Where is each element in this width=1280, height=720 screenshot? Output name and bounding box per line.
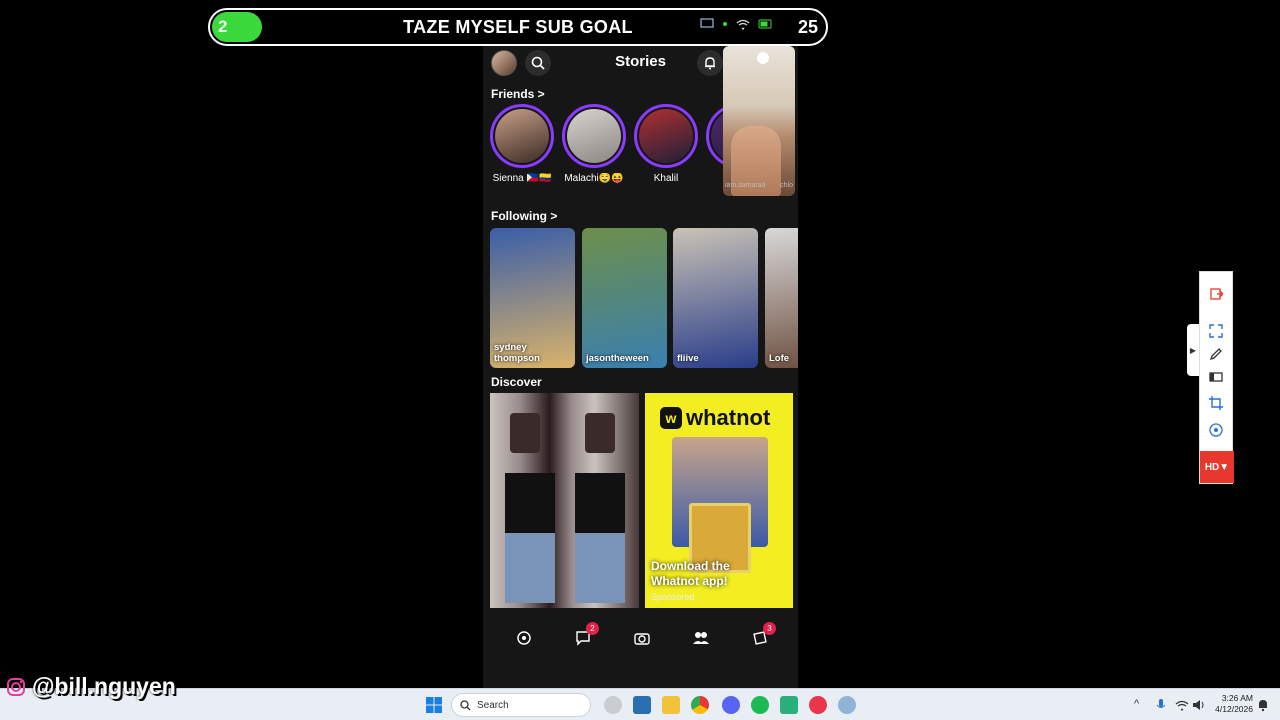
notifications-button[interactable]	[697, 50, 723, 76]
taskbar-app-spotify[interactable]	[751, 696, 769, 714]
goal-target-count: 25	[797, 17, 818, 37]
story-ring	[562, 104, 626, 168]
bottom-nav: 2 3	[483, 622, 798, 654]
friend-name: Malachi🤤😝	[564, 173, 624, 184]
wifi-icon	[736, 19, 750, 30]
taskbar-clock[interactable]: 3:26 AM 4/12/2026	[1211, 693, 1253, 715]
streamer-watermark: @bill.nguyen	[6, 673, 176, 700]
light-fixture	[757, 52, 769, 64]
dot-icon	[723, 22, 727, 26]
streamer-handle: @bill.nguyen	[32, 673, 176, 699]
following-story-card[interactable]: sydney thompson	[490, 228, 575, 368]
draw-button[interactable]	[1208, 346, 1224, 362]
friends-section-title[interactable]: Friends >	[491, 87, 545, 101]
story-ring	[634, 104, 698, 168]
friend-name: Khalil	[653, 173, 679, 184]
following-story-card[interactable]: jasontheween	[582, 228, 667, 368]
phone-status-icons	[700, 18, 774, 30]
taskbar-app-chrome[interactable]	[691, 696, 709, 714]
windows-icon	[426, 697, 442, 713]
taskbar: Search ^ 3:26 AM 4/12/2026	[0, 688, 1280, 720]
pencil-icon	[1209, 348, 1222, 361]
taskbar-app-blue[interactable]	[838, 696, 856, 714]
sponsored-label: Sponsored	[651, 592, 695, 602]
following-story-card[interactable]: Lofe	[765, 228, 798, 368]
taskbar-search[interactable]: Search	[451, 693, 591, 717]
ad-brand: whatnot	[686, 405, 771, 430]
pip-camera: iam.samaraa chlo	[723, 46, 795, 196]
nav-map[interactable]	[514, 628, 534, 648]
taskbar-app-mouse[interactable]	[604, 696, 622, 714]
crop-button[interactable]	[1208, 395, 1224, 411]
window-button[interactable]	[1208, 369, 1224, 385]
taskbar-app-file-explorer[interactable]	[662, 696, 680, 714]
search-placeholder: Search	[477, 699, 509, 711]
taskbar-app-green[interactable]	[780, 696, 798, 714]
map-pin-icon	[517, 631, 531, 645]
tray-chevron-icon[interactable]: ^	[1134, 698, 1139, 710]
story-avatar	[495, 109, 549, 163]
hd-quality-button[interactable]: HD▼	[1200, 451, 1234, 483]
stories-badge: 3	[763, 622, 776, 635]
nav-chat[interactable]: 2	[573, 622, 599, 648]
screen: 2 TAZE MYSELF SUB GOAL 25 Stories Friend…	[0, 0, 1280, 720]
camera-icon	[634, 633, 650, 645]
crop-icon	[1209, 396, 1223, 410]
taskbar-app-discord[interactable]	[722, 696, 740, 714]
following-story-card[interactable]: fliive	[673, 228, 758, 368]
sub-goal-bar: 2 TAZE MYSELF SUB GOAL 25	[208, 8, 828, 46]
story-ring	[490, 104, 554, 168]
creator-name: jasontheween	[586, 353, 649, 364]
story-avatar	[639, 109, 693, 163]
creator-name: sydney thompson	[494, 342, 540, 364]
fullscreen-button[interactable]	[1208, 323, 1224, 339]
creator-name: Lofe	[769, 353, 790, 364]
start-button[interactable]	[425, 696, 443, 714]
friend-name: Sienna 🇵🇭🇨🇴	[492, 173, 552, 184]
microphone-icon[interactable]	[1155, 698, 1167, 712]
instagram-icon	[7, 677, 25, 696]
wifi-icon[interactable]	[1175, 699, 1189, 711]
friend-story[interactable]: Khalil	[633, 104, 699, 184]
window-icon	[1209, 372, 1223, 382]
battery-icon	[758, 19, 772, 29]
record-button[interactable]	[1208, 422, 1224, 438]
exit-button[interactable]	[1208, 286, 1224, 302]
discover-section-title: Discover	[491, 375, 542, 389]
following-section-title[interactable]: Following >	[491, 209, 557, 223]
friend-story[interactable]: Sienna 🇵🇭🇨🇴	[489, 104, 555, 184]
chat-badge: 2	[586, 622, 599, 635]
search-icon	[460, 699, 471, 710]
notification-bell-icon[interactable]	[1257, 698, 1269, 712]
discover-thumbnail	[505, 413, 625, 603]
cast-icon	[700, 18, 714, 28]
bell-icon	[705, 57, 715, 70]
friend-story[interactable]: Malachi🤤😝	[561, 104, 627, 184]
record-icon	[1209, 423, 1223, 437]
creator-name: fliive	[677, 353, 699, 364]
pip-usernames: iam.samaraa chlo	[725, 182, 793, 189]
exit-icon	[1210, 288, 1223, 300]
taskbar-app-widgets[interactable]	[633, 696, 651, 714]
nav-camera[interactable]	[632, 628, 652, 648]
taskbar-app-opera[interactable]	[809, 696, 827, 714]
floating-toolbar: HD▼	[1199, 271, 1234, 484]
friends-icon	[693, 632, 709, 644]
toolbar-collapse-tab[interactable]: ▶	[1187, 324, 1199, 376]
story-avatar	[567, 109, 621, 163]
nav-friends[interactable]	[691, 628, 711, 648]
ad-headline: Download the Whatnot app!	[651, 559, 730, 588]
sponsored-ad-tile[interactable]: w whatnot Download the Whatnot app! Spon…	[645, 393, 793, 608]
nav-stories[interactable]: 3	[750, 622, 776, 648]
discover-tile[interactable]	[490, 393, 639, 608]
expand-icon	[1209, 324, 1223, 338]
volume-icon[interactable]	[1192, 699, 1206, 711]
whatnot-logo: w whatnot	[660, 405, 770, 431]
